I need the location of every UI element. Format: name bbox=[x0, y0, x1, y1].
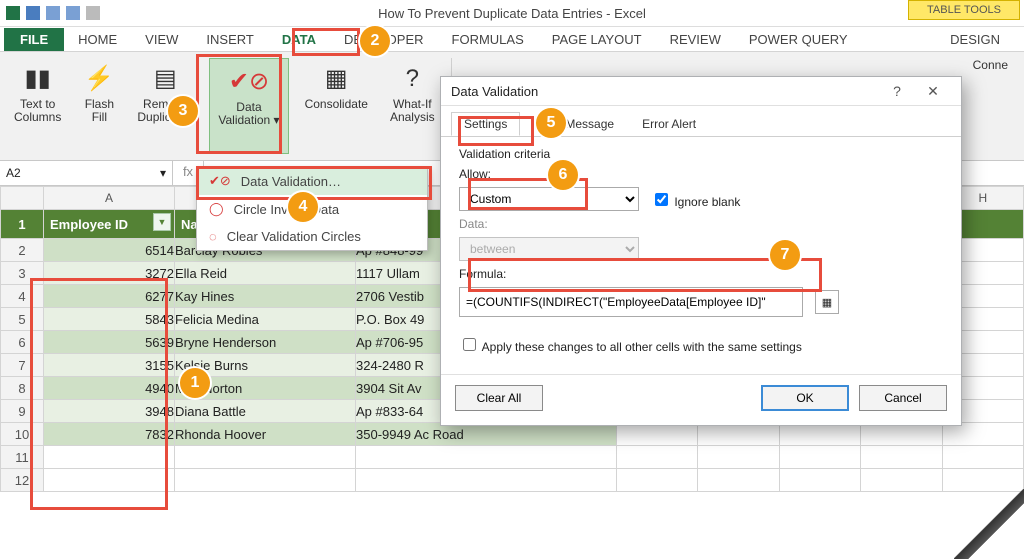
badge-6: 6 bbox=[548, 160, 578, 190]
data-label: Data: bbox=[459, 217, 943, 231]
tab-powerquery[interactable]: POWER QUERY bbox=[735, 28, 862, 51]
badge-1: 1 bbox=[180, 368, 210, 398]
checkmark-icon: ✔⊘ bbox=[209, 173, 231, 189]
tab-review[interactable]: REVIEW bbox=[656, 28, 735, 51]
apply-all-checkbox[interactable]: Apply these changes to all other cells w… bbox=[459, 335, 802, 354]
cell-name[interactable]: Kay Hines bbox=[175, 285, 356, 308]
menu-data-validation[interactable]: ✔⊘Data Validation… bbox=[197, 167, 427, 195]
cell-employee-id[interactable]: 6514 bbox=[44, 239, 175, 262]
name-box[interactable]: A2▾ bbox=[0, 161, 173, 185]
consolidate-icon: ▦ bbox=[320, 62, 352, 94]
what-if-icon: ? bbox=[396, 62, 428, 94]
remove-duplicates-icon: ▤ bbox=[149, 62, 181, 94]
allow-label: Allow: bbox=[459, 167, 943, 181]
badge-3: 3 bbox=[168, 96, 198, 126]
dialog-titlebar[interactable]: Data Validation ? ✕ bbox=[441, 77, 961, 106]
data-select: between bbox=[459, 237, 639, 261]
text-to-columns-button[interactable]: ▮▮Text to Columns bbox=[14, 62, 61, 124]
cell-name[interactable]: Felicia Medina bbox=[175, 308, 356, 331]
data-validation-dialog: Data Validation ? ✕ Settings Input Messa… bbox=[440, 76, 962, 426]
page-curl-decoration bbox=[954, 489, 1024, 559]
tab-home[interactable]: HOME bbox=[64, 28, 131, 51]
cancel-button[interactable]: Cancel bbox=[859, 385, 947, 411]
quick-access-toolbar bbox=[0, 6, 106, 20]
range-picker-icon[interactable]: ▦ bbox=[815, 290, 839, 314]
tab-formulas[interactable]: FORMULAS bbox=[438, 28, 538, 51]
ignore-blank-checkbox[interactable]: Ignore blank bbox=[651, 190, 740, 209]
allow-select[interactable]: Custom bbox=[459, 187, 639, 211]
flash-fill-icon: ⚡ bbox=[83, 62, 115, 94]
tab-insert[interactable]: INSERT bbox=[192, 28, 267, 51]
ribbon-tabs: FILE HOME VIEW INSERT DATA DEVELOPER FOR… bbox=[0, 27, 1024, 52]
help-button[interactable]: ? bbox=[879, 83, 915, 99]
cell-employee-id[interactable]: 3155 bbox=[44, 354, 175, 377]
ribbon-right-partial: Conne bbox=[973, 58, 1016, 72]
cell-employee-id[interactable]: 3948 bbox=[44, 400, 175, 423]
cell-name[interactable]: Bryne Henderson bbox=[175, 331, 356, 354]
cell-employee-id[interactable]: 5843 bbox=[44, 308, 175, 331]
data-validation-button[interactable]: ✔⊘Data Validation ▾ bbox=[218, 65, 279, 127]
clear-all-button[interactable]: Clear All bbox=[455, 385, 543, 411]
cell-name[interactable]: Ella Reid bbox=[175, 262, 356, 285]
badge-2: 2 bbox=[360, 26, 390, 56]
close-button[interactable]: ✕ bbox=[915, 83, 951, 100]
cell-name[interactable]: Diana Battle bbox=[175, 400, 356, 423]
tab-file[interactable]: FILE bbox=[4, 28, 64, 51]
cell-employee-id[interactable]: 3272 bbox=[44, 262, 175, 285]
save-icon[interactable] bbox=[26, 6, 40, 20]
dialog-tabs: Settings Input Message Error Alert bbox=[441, 106, 961, 137]
ok-button[interactable]: OK bbox=[761, 385, 849, 411]
col-A[interactable]: A bbox=[44, 187, 175, 210]
tab-settings[interactable]: Settings bbox=[451, 112, 520, 136]
tab-error-alert[interactable]: Error Alert bbox=[629, 112, 709, 136]
badge-5: 5 bbox=[536, 108, 566, 138]
tab-design[interactable]: DESIGN bbox=[936, 28, 1014, 51]
dialog-body: Validation criteria Allow: Custom Ignore… bbox=[441, 137, 961, 374]
cell-employee-id[interactable]: 4940 bbox=[44, 377, 175, 400]
cell-employee-id[interactable]: 7832 bbox=[44, 423, 175, 446]
table-tools-tab[interactable]: TABLE TOOLS bbox=[908, 0, 1020, 20]
tab-pagelayout[interactable]: PAGE LAYOUT bbox=[538, 28, 656, 51]
formula-input[interactable] bbox=[459, 287, 803, 317]
formula-label: Formula: bbox=[459, 267, 943, 281]
data-validation-icon: ✔⊘ bbox=[233, 65, 265, 97]
tab-view[interactable]: VIEW bbox=[131, 28, 192, 51]
badge-7: 7 bbox=[770, 240, 800, 270]
excel-icon bbox=[6, 6, 20, 20]
cell-employee-id[interactable]: 6277 bbox=[44, 285, 175, 308]
cell-employee-id[interactable]: 5639 bbox=[44, 331, 175, 354]
cell-name[interactable]: Rhonda Hoover bbox=[175, 423, 356, 446]
tab-data[interactable]: DATA bbox=[268, 28, 330, 51]
dialog-title: Data Validation bbox=[451, 84, 879, 99]
window-title: How To Prevent Duplicate Data Entries - … bbox=[378, 6, 646, 21]
filter-arrow-icon[interactable]: ▼ bbox=[153, 213, 171, 231]
new-icon[interactable] bbox=[86, 6, 100, 20]
dialog-buttons: Clear All OK Cancel bbox=[441, 374, 961, 425]
undo-icon[interactable] bbox=[46, 6, 60, 20]
clear-circles-icon: ◌ bbox=[209, 229, 217, 244]
consolidate-button[interactable]: ▦Consolidate bbox=[305, 62, 368, 111]
badge-4: 4 bbox=[288, 192, 318, 222]
columns-icon: ▮▮ bbox=[22, 62, 54, 94]
flash-fill-button[interactable]: ⚡Flash Fill bbox=[83, 62, 115, 124]
header-employee-id[interactable]: Employee ID▼ bbox=[44, 210, 175, 239]
what-if-button[interactable]: ?What-If Analysis bbox=[390, 62, 435, 124]
title-bar: How To Prevent Duplicate Data Entries - … bbox=[0, 0, 1024, 27]
circle-invalid-icon: ◯ bbox=[209, 201, 224, 217]
menu-clear-circles[interactable]: ◌Clear Validation Circles bbox=[197, 223, 427, 250]
criteria-label: Validation criteria bbox=[459, 147, 943, 161]
redo-icon[interactable] bbox=[66, 6, 80, 20]
